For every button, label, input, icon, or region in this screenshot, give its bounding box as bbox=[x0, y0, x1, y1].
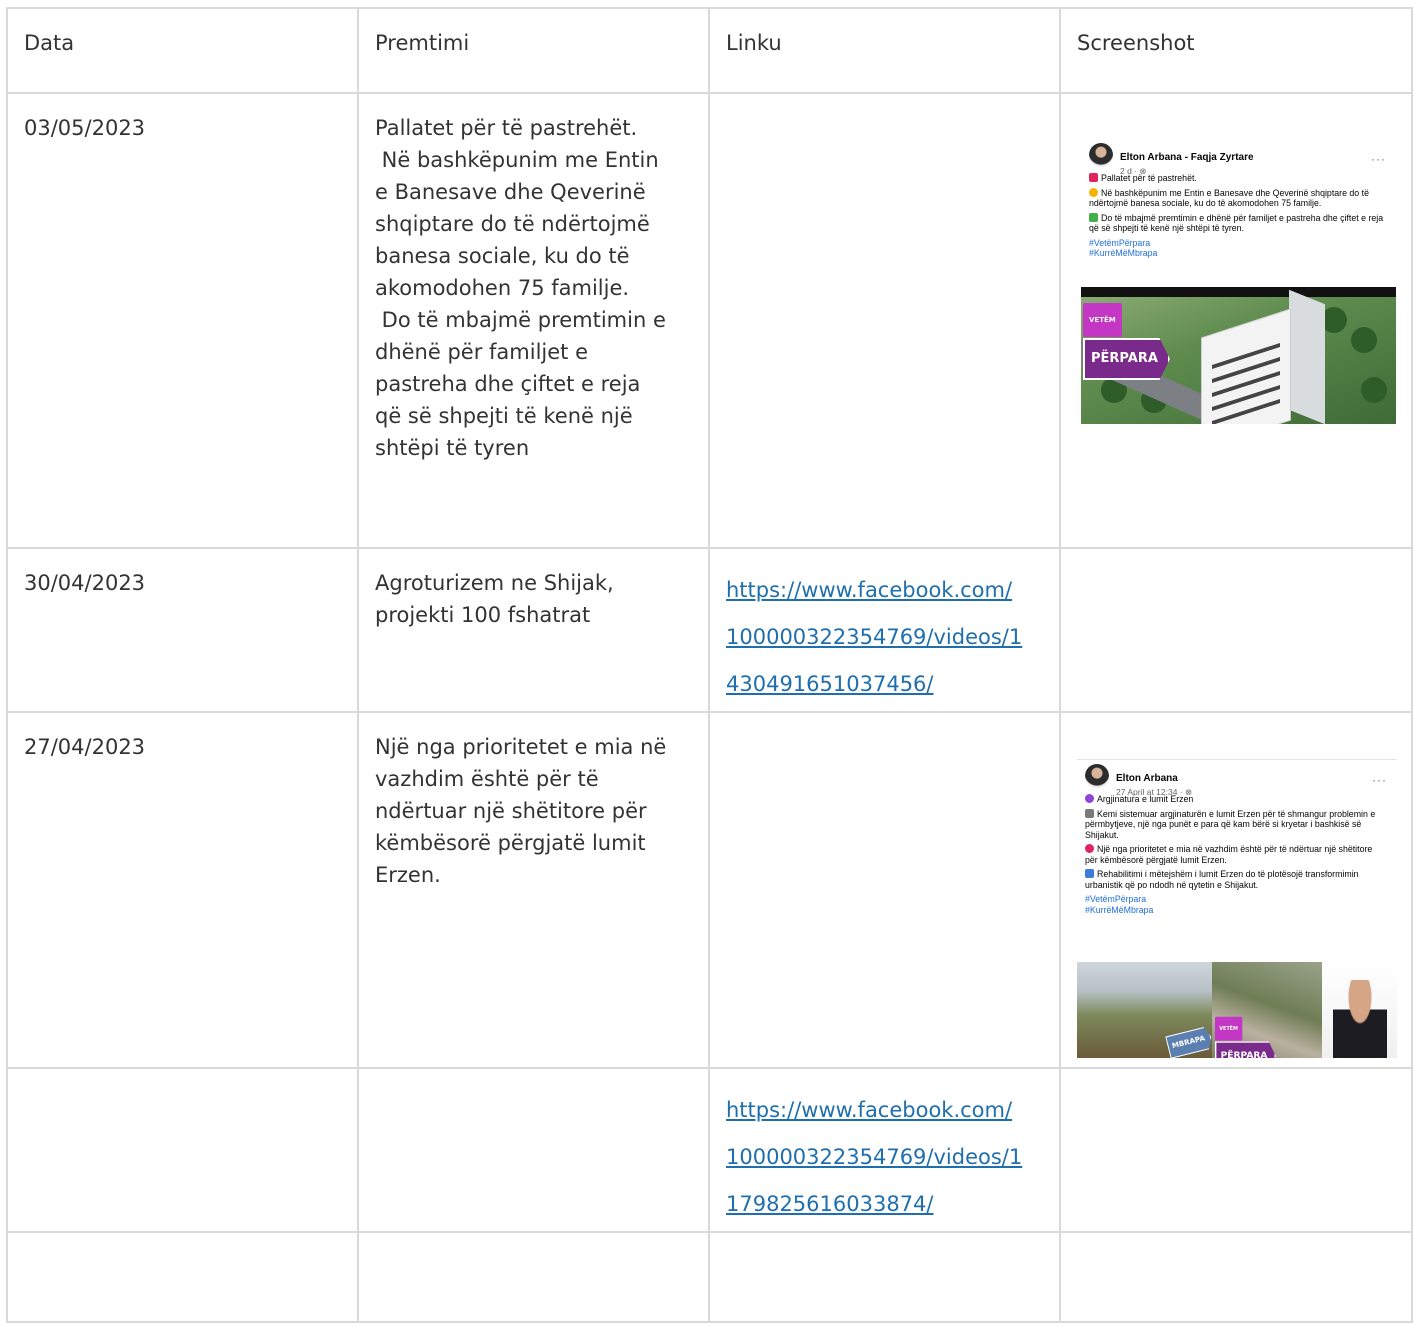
link-cell: https://www.facebook.com/ 10000032235476… bbox=[708, 1067, 1061, 1233]
link-cell bbox=[708, 1231, 1061, 1323]
screenshot-cell bbox=[1059, 1067, 1413, 1233]
hashtag: #KurrëMëMbrapa bbox=[1089, 248, 1158, 258]
promise-line: banesa sociale, ku do të bbox=[375, 244, 630, 268]
handshake-icon bbox=[1089, 187, 1098, 197]
avatar bbox=[1085, 764, 1109, 788]
promise-cell bbox=[357, 1231, 710, 1323]
link-cell bbox=[708, 92, 1061, 549]
target-icon bbox=[1085, 844, 1094, 853]
screenshot-cell: Elton Arbana - Faqja Zyrtare 2 d · ⊗ ···… bbox=[1059, 92, 1413, 549]
campaign-badge: VETËM PËRPARA bbox=[1215, 1014, 1276, 1058]
post-header: Elton Arbana 27 April at 12:34 · ⊗ ··· bbox=[1077, 760, 1397, 797]
header-screenshot: Screenshot bbox=[1059, 7, 1413, 94]
campaign-badge: VETËM PËRPARA bbox=[1083, 299, 1170, 380]
header-linku: Linku bbox=[708, 7, 1061, 94]
promise-line: vazhdim është për të bbox=[375, 767, 599, 791]
header-data: Data bbox=[6, 7, 359, 94]
screenshot-cell bbox=[1059, 547, 1413, 713]
landscape-icon bbox=[1085, 869, 1094, 878]
promise-line: këmbësorë përgjatë lumit bbox=[375, 831, 646, 855]
hashtag: #VetëmPërpara bbox=[1085, 894, 1147, 904]
more-options-icon: ··· bbox=[1372, 773, 1387, 787]
post-meta: 2 d · ⊗ bbox=[1120, 166, 1147, 176]
table-row: 03/05/2023 Pallatet për të pastrehët. Në… bbox=[6, 92, 1413, 549]
promise-line: Në bashkëpunim me Entin bbox=[375, 148, 659, 172]
promise-cell bbox=[357, 1067, 710, 1233]
header-premtimi: Premtimi bbox=[357, 7, 710, 94]
date-cell bbox=[6, 1067, 359, 1233]
checkmark-icon bbox=[1085, 808, 1094, 818]
post-meta: 27 April at 12:34 · ⊗ bbox=[1116, 787, 1193, 797]
post-paragraph: Do të mbajmë premtimin e dhënë për famil… bbox=[1089, 212, 1384, 233]
post-header: Elton Arbana - Faqja Zyrtare 2 d · ⊗ ··· bbox=[1081, 139, 1396, 176]
link-cell bbox=[708, 711, 1061, 1069]
date-cell: 27/04/2023 bbox=[6, 711, 359, 1069]
date-cell: 03/05/2023 bbox=[6, 92, 359, 549]
promise-cell: Pallatet për të pastrehët. Në bashkëpuni… bbox=[357, 92, 710, 549]
promise-cell: Një nga prioritetet e mia në vazhdim ësh… bbox=[357, 711, 710, 1069]
post-paragraph: Në bashkëpunim me Entin e Banesave dhe Q… bbox=[1089, 187, 1369, 208]
promise-line: ndërtuar një shëtitore për bbox=[375, 799, 647, 823]
link-cell: https://www.facebook.com/ 10000032235476… bbox=[708, 547, 1061, 713]
hashtag: #KurrëMëMbrapa bbox=[1085, 904, 1154, 915]
promise-line: dhënë për familjet e bbox=[375, 340, 588, 364]
screenshot-cell bbox=[1059, 1231, 1413, 1323]
promise-line: pastreha dhe çiftet e reja bbox=[375, 372, 641, 396]
screenshot-cell: Elton Arbana 27 April at 12:34 · ⊗ ··· A… bbox=[1059, 711, 1413, 1069]
table-row: 30/04/2023 Agroturizem ne Shijak, projek… bbox=[6, 547, 1413, 713]
promise-cell: Agroturizem ne Shijak, projekti 100 fsha… bbox=[357, 547, 710, 713]
facebook-post-screenshot[interactable]: Elton Arbana - Faqja Zyrtare 2 d · ⊗ ···… bbox=[1081, 139, 1396, 424]
table-header-row: Data Premtimi Linku Screenshot bbox=[6, 7, 1413, 94]
video-link[interactable]: https://www.facebook.com/ 10000032235476… bbox=[726, 1087, 1043, 1228]
promise-line: akomodohen 75 familje. bbox=[375, 276, 630, 300]
promise-line: Agroturizem ne Shijak, bbox=[375, 571, 614, 595]
post-paragraph: Një nga prioritetet e mia në vazhdim ësh… bbox=[1085, 844, 1373, 865]
table-row bbox=[6, 1231, 1413, 1323]
person-photo bbox=[1333, 980, 1387, 1058]
promise-line: Do të mbajmë premtimin e bbox=[375, 308, 666, 332]
promise-line: Një nga prioritetet e mia në bbox=[375, 735, 667, 759]
table-row: https://www.facebook.com/ 10000032235476… bbox=[6, 1067, 1413, 1233]
pushpin-icon bbox=[1089, 173, 1098, 182]
table-row: 27/04/2023 Një nga prioritetet e mia në … bbox=[6, 711, 1413, 1069]
more-options-icon: ··· bbox=[1371, 152, 1386, 166]
avatar bbox=[1089, 143, 1113, 167]
promise-line: Erzen. bbox=[375, 863, 441, 887]
post-paragraph: Rehabilitimi i mëtejshëm i lumit Erzen d… bbox=[1085, 869, 1359, 890]
date-cell bbox=[6, 1231, 359, 1323]
promise-line: shqiptare do të ndërtojmë bbox=[375, 212, 650, 236]
check-icon bbox=[1089, 212, 1098, 222]
promise-line: shtëpi të tyren bbox=[375, 436, 530, 460]
promise-line: e Banesave dhe Qeverinë bbox=[375, 180, 646, 204]
purple-circle-icon bbox=[1085, 794, 1094, 803]
post-paragraph: Kemi sistemuar argjinaturën e lumit Erze… bbox=[1085, 808, 1376, 840]
promise-line: Pallatet për të pastrehët. bbox=[375, 116, 638, 140]
promises-table: Data Premtimi Linku Screenshot 03/05/202… bbox=[6, 7, 1413, 1323]
video-link[interactable]: https://www.facebook.com/ 10000032235476… bbox=[726, 567, 1043, 708]
post-image: VETËM PËRPARA bbox=[1081, 287, 1396, 424]
post-text: Argjinatura e lumit Erzen Kemi sistemuar… bbox=[1077, 794, 1397, 915]
date-cell: 30/04/2023 bbox=[6, 547, 359, 713]
promise-line: që së shpejti të kenë një bbox=[375, 404, 633, 428]
promise-line: projekti 100 fshatrat bbox=[375, 603, 591, 627]
facebook-post-screenshot[interactable]: Elton Arbana 27 April at 12:34 · ⊗ ··· A… bbox=[1077, 759, 1397, 1058]
hashtag: #VetëmPërpara bbox=[1089, 237, 1151, 248]
post-image: MBRAPA VETËM PËRPARA bbox=[1077, 962, 1397, 1058]
